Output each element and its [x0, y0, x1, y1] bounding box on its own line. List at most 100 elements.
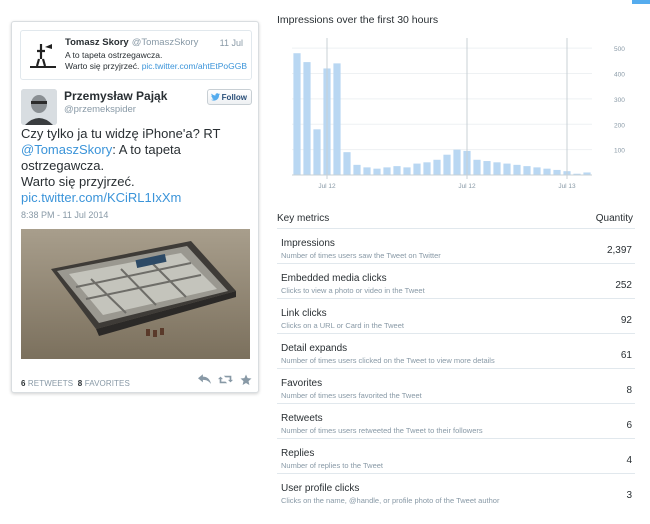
favorite-icon[interactable] [240, 374, 252, 386]
metric-row-detail-expands: Detail expands Number of times users cli… [277, 338, 635, 369]
metric-desc: Clicks to view a photo or video in the T… [281, 286, 425, 295]
chart-bar[interactable] [483, 161, 491, 175]
chart-bar[interactable] [503, 163, 511, 175]
chart-bar[interactable] [363, 167, 371, 175]
metric-row-favorites: Favorites Number of times users favorite… [277, 373, 635, 404]
tweet-stats: 6 RETWEETS 8 FAVORITES [21, 379, 130, 388]
metric-title: Retweets [281, 413, 323, 424]
metric-row-embedded-media-clicks: Embedded media clicks Clicks to view a p… [277, 268, 635, 299]
metric-row-impressions: Impressions Number of times users saw th… [277, 233, 635, 264]
impressions-chart: 100 200 300 400 500 Jul 12 Jul 12 Jul 13 [292, 38, 625, 190]
metric-desc: Number of times users saw the Tweet on T… [281, 251, 441, 260]
quoted-text: A to tapeta ostrzegawcza. Warto się przy… [65, 50, 253, 72]
quoted-link[interactable]: pic.twitter.com/ahtEtPoGGB [142, 61, 247, 71]
metric-title: Embedded media clicks [281, 273, 387, 284]
metric-row-replies: Replies Number of replies to the Tweet 4 [277, 443, 635, 474]
chart-bar[interactable] [353, 164, 361, 175]
tweet-actions [198, 374, 252, 386]
chart-bar[interactable] [533, 167, 541, 175]
y-tick-label: 300 [614, 97, 625, 104]
metric-value: 6 [626, 420, 632, 431]
metric-title: Detail expands [281, 343, 348, 354]
metric-value: 3 [626, 490, 632, 501]
metric-title: Replies [281, 448, 315, 459]
top-accent [632, 0, 650, 4]
metric-desc: Number of times users favorited the Twee… [281, 391, 422, 400]
chart-bar[interactable] [433, 159, 441, 175]
metric-title: Impressions [281, 238, 335, 249]
retweets-label[interactable]: RETWEETS [28, 379, 73, 388]
chart-bar[interactable] [413, 163, 421, 175]
tweet-text-part3: Warto się przyjrzeć. [21, 174, 135, 189]
y-tick-label: 500 [614, 46, 625, 53]
quoted-date[interactable]: 11 Jul [220, 38, 243, 48]
x-tick-label: Jul 12 [458, 183, 476, 190]
x-tick-label: Jul 12 [318, 183, 336, 190]
chart-bar[interactable] [453, 149, 461, 175]
quoted-tweet[interactable]: Tomasz Skory @TomaszSkory 11 Jul A to tap… [20, 30, 252, 80]
metric-desc: Number of times users clicked on the Twe… [281, 356, 495, 365]
chart-bar[interactable] [373, 168, 381, 175]
chart-bar[interactable] [543, 168, 551, 175]
metrics-header-label: Key metrics [277, 213, 330, 224]
metric-row-user-profile-clicks: User profile clicks Clicks on the name, … [277, 478, 635, 508]
tweet-link[interactable]: pic.twitter.com/KCiRL1IxXm [21, 190, 181, 205]
follow-label: Follow [221, 92, 247, 102]
chart-bar[interactable] [423, 162, 431, 175]
metric-row-link-clicks: Link clicks Clicks on a URL or Card in t… [277, 303, 635, 334]
tweet-text: Czy tylko ja tu widzę iPhone'a? RT @Toma… [21, 126, 251, 206]
metric-title: Link clicks [281, 308, 327, 319]
chart-bar[interactable] [313, 129, 321, 175]
chart-bar[interactable] [513, 164, 521, 175]
metric-value: 92 [620, 315, 632, 326]
metric-value: 252 [615, 280, 632, 291]
quoted-name-text[interactable]: Tomasz Skory [65, 37, 129, 48]
chart-bar[interactable] [333, 63, 341, 175]
metrics-header-quantity: Quantity [595, 213, 633, 224]
quoted-text-line2-text: Warto się przyjrzeć. [65, 61, 140, 71]
tweet-card: Tomasz Skory @TomaszSkory 11 Jul A to tap… [11, 21, 259, 393]
twitter-bird-icon [210, 93, 220, 101]
reply-icon[interactable] [198, 374, 211, 385]
quoted-name[interactable]: Tomasz Skory @TomaszSkory [65, 37, 198, 48]
metric-title: Favorites [281, 378, 323, 389]
y-tick-label: 100 [614, 148, 625, 155]
chart-bar[interactable] [403, 167, 411, 175]
metric-value: 2,397 [606, 245, 632, 256]
metric-value: 4 [626, 455, 632, 466]
chart-bar[interactable] [523, 166, 531, 175]
metric-value: 61 [620, 350, 632, 361]
y-tick-label: 400 [614, 72, 625, 79]
tweet-timestamp[interactable]: 8:38 PM - 11 Jul 2014 [21, 210, 108, 220]
chart-bar[interactable] [383, 167, 391, 175]
retweets-count: 6 [21, 379, 26, 388]
follow-button[interactable]: Follow [206, 89, 252, 105]
chart-bar[interactable] [293, 53, 301, 175]
chart-bar[interactable] [393, 166, 401, 175]
quoted-handle[interactable]: @TomaszSkory [132, 37, 199, 48]
metric-desc: Number of times users retweeted the Twee… [281, 426, 483, 435]
metric-row-retweets: Retweets Number of times users retweeted… [277, 408, 635, 439]
metrics-divider [277, 228, 635, 229]
retweet-icon[interactable] [218, 374, 233, 385]
author-avatar[interactable] [21, 89, 57, 125]
metric-value: 8 [626, 385, 632, 396]
tweet-mention[interactable]: @TomaszSkory [21, 142, 112, 157]
chart-bar[interactable] [443, 154, 451, 175]
author-handle[interactable]: @przemekspider [64, 104, 136, 115]
chart-bar[interactable] [493, 162, 501, 175]
chart-bar[interactable] [343, 152, 351, 175]
chart-bar[interactable] [553, 169, 561, 175]
author-name[interactable]: Przemysław Pająk [64, 89, 167, 103]
quoted-avatar[interactable] [27, 39, 59, 71]
metric-desc: Clicks on the name, @handle, or profile … [281, 496, 500, 505]
favorites-label[interactable]: FAVORITES [85, 379, 130, 388]
tweet-photo[interactable] [21, 229, 250, 359]
tweet-text-part1: Czy tylko ja tu widzę iPhone'a? RT [21, 126, 221, 141]
chart-bar[interactable] [473, 159, 481, 175]
favorites-count: 8 [77, 379, 83, 388]
metric-desc: Number of replies to the Tweet [281, 461, 383, 470]
metric-desc: Clicks on a URL or Card in the Tweet [281, 321, 404, 330]
chart-bar[interactable] [303, 62, 311, 175]
quoted-text-line2: Warto się przyjrzeć. pic.twitter.com/aht… [65, 61, 253, 72]
